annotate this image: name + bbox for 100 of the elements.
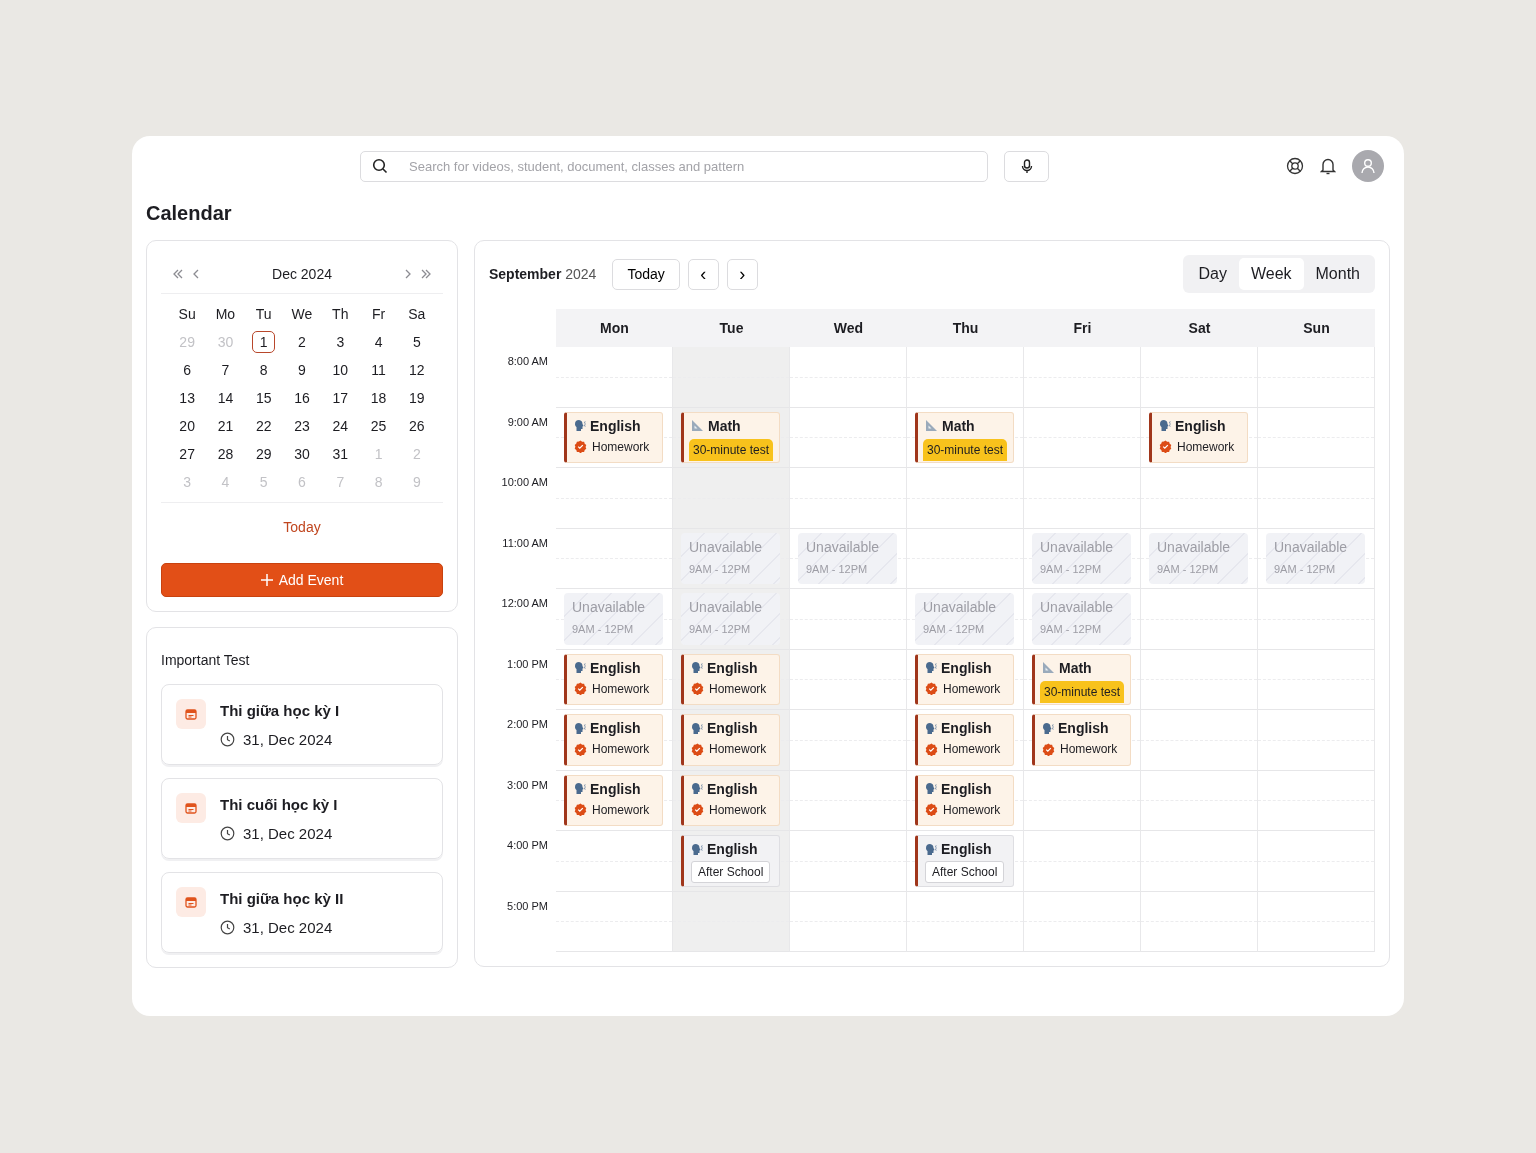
time-slot-cell[interactable]: English Homework [673,770,790,831]
time-slot-cell[interactable]: English Homework [556,770,673,831]
time-slot-cell[interactable]: English Homework [1141,407,1258,468]
event-card[interactable]: English Homework [1149,411,1248,463]
event-card[interactable]: English Homework [564,714,663,766]
calendar-day[interactable]: 26 [405,415,429,437]
event-card[interactable]: Math 30-minute test [915,411,1014,463]
calendar-day[interactable]: 13 [175,387,199,409]
calendar-day[interactable]: 29 [252,443,276,465]
time-slot-cell[interactable]: English Homework [556,649,673,710]
time-slot-cell[interactable]: Math 30-minute test [907,407,1024,468]
calendar-day[interactable]: 21 [213,415,237,437]
calendar-day[interactable]: 18 [367,387,391,409]
search-field[interactable]: Search for videos, student, document, classes and pattern [360,150,988,182]
event-card[interactable]: English Homework [1032,714,1131,766]
view-tab[interactable]: Day [1186,258,1239,290]
calendar-day[interactable]: 4 [367,331,391,353]
calendar-day[interactable]: 25 [367,415,391,437]
time-slot-cell[interactable] [1258,589,1375,650]
double-chevron-right-icon[interactable] [420,268,432,280]
calendar-day[interactable]: 1 [252,331,276,353]
user-avatar[interactable] [1352,150,1384,182]
support-icon[interactable] [1286,157,1304,175]
time-slot-cell[interactable] [1258,770,1375,831]
calendar-day[interactable]: 15 [252,387,276,409]
clock-icon [220,920,235,935]
calendar-day[interactable]: 9 [290,359,314,381]
today-link[interactable]: Today [161,519,443,535]
time-slot-cell[interactable] [1258,710,1375,771]
event-card[interactable]: English Homework [564,411,663,463]
time-slot-cell[interactable]: Math 30-minute test [1024,649,1141,710]
calendar-day[interactable]: 7 [213,359,237,381]
test-card[interactable]: Thi giữa học kỳ I 31, Dec 2024 [161,684,443,765]
time-slot-cell[interactable] [1258,407,1375,468]
check-badge-icon [1159,440,1172,453]
event-card[interactable]: English Homework [681,774,780,826]
time-slot-cell[interactable]: English After School [673,831,790,892]
time-slot-cell[interactable]: English After School [907,831,1024,892]
weekday-label: Fr [370,305,387,324]
calendar-day[interactable]: 2 [290,331,314,353]
time-slot-cell[interactable]: English Homework [556,710,673,771]
test-card[interactable]: Thi giữa học kỳ II 31, Dec 2024 [161,872,443,953]
calendar-day[interactable]: 5 [405,331,429,353]
add-event-button[interactable]: Add Event [161,563,443,597]
view-tab[interactable]: Month [1303,258,1372,290]
event-card[interactable]: English After School [915,835,1014,887]
notification-bell-icon[interactable] [1320,157,1336,175]
time-slot-cell[interactable]: English Homework [907,770,1024,831]
event-card[interactable]: English After School [681,835,780,887]
today-button[interactable]: Today [612,258,680,290]
calendar-day[interactable]: 27 [175,443,199,465]
event-card[interactable]: English Homework [915,774,1014,826]
speaking-head-icon [574,721,586,735]
test-card[interactable]: Thi cuối học kỳ I 31, Dec 2024 [161,778,443,859]
time-slot-cell[interactable] [1258,347,1375,408]
time-slot-cell[interactable]: Math 30-minute test [673,407,790,468]
event-card[interactable]: English Homework [681,714,780,766]
calendar-day[interactable]: 20 [175,415,199,437]
calendar-day[interactable]: 23 [290,415,314,437]
time-slot-cell[interactable]: English Homework [556,407,673,468]
calendar-day[interactable]: 11 [367,359,391,381]
unavailable-title: Unavailable [689,538,764,555]
event-card[interactable]: Math 30-minute test [1032,653,1131,705]
event-card[interactable]: English Homework [915,714,1014,766]
view-tab[interactable]: Week [1238,258,1304,290]
microphone-button[interactable] [1004,150,1049,182]
time-slot-cell[interactable] [1258,468,1375,529]
next-button[interactable]: › [726,258,758,290]
event-card[interactable]: English Homework [564,653,663,705]
time-slot-cell[interactable]: English Homework [1024,710,1141,771]
event-card[interactable]: Math 30-minute test [681,411,780,463]
calendar-day[interactable]: 8 [252,359,276,381]
time-slot-cell[interactable]: English Homework [673,649,790,710]
time-slot-cell[interactable] [1258,891,1375,952]
test-date: 31, Dec 2024 [243,731,333,748]
calendar-day[interactable]: 19 [405,387,429,409]
time-slot-cell[interactable]: English Homework [907,649,1024,710]
calendar-day[interactable]: 10 [328,359,352,381]
calendar-day[interactable]: 31 [328,443,352,465]
calendar-day[interactable]: 16 [290,387,314,409]
event-subject: English [590,720,641,736]
time-slot-cell[interactable] [1258,649,1375,710]
unavailable-title: Unavailable [1157,538,1232,555]
event-card[interactable]: English Homework [915,653,1014,705]
double-chevron-left-icon[interactable] [172,268,184,280]
calendar-day[interactable]: 28 [213,443,237,465]
event-card[interactable]: English Homework [681,653,780,705]
calendar-day[interactable]: 6 [175,359,199,381]
calendar-day[interactable]: 3 [328,331,352,353]
time-slot-cell[interactable]: English Homework [907,710,1024,771]
calendar-day[interactable]: 17 [328,387,352,409]
previous-button[interactable]: ‹ [687,258,719,290]
calendar-day[interactable]: 22 [252,415,276,437]
calendar-day[interactable]: 30 [290,443,314,465]
calendar-day[interactable]: 24 [328,415,352,437]
time-slot-cell[interactable]: English Homework [673,710,790,771]
time-slot-cell[interactable] [1258,831,1375,892]
calendar-day[interactable]: 12 [405,359,429,381]
event-card[interactable]: English Homework [564,774,663,826]
calendar-day[interactable]: 14 [213,387,237,409]
